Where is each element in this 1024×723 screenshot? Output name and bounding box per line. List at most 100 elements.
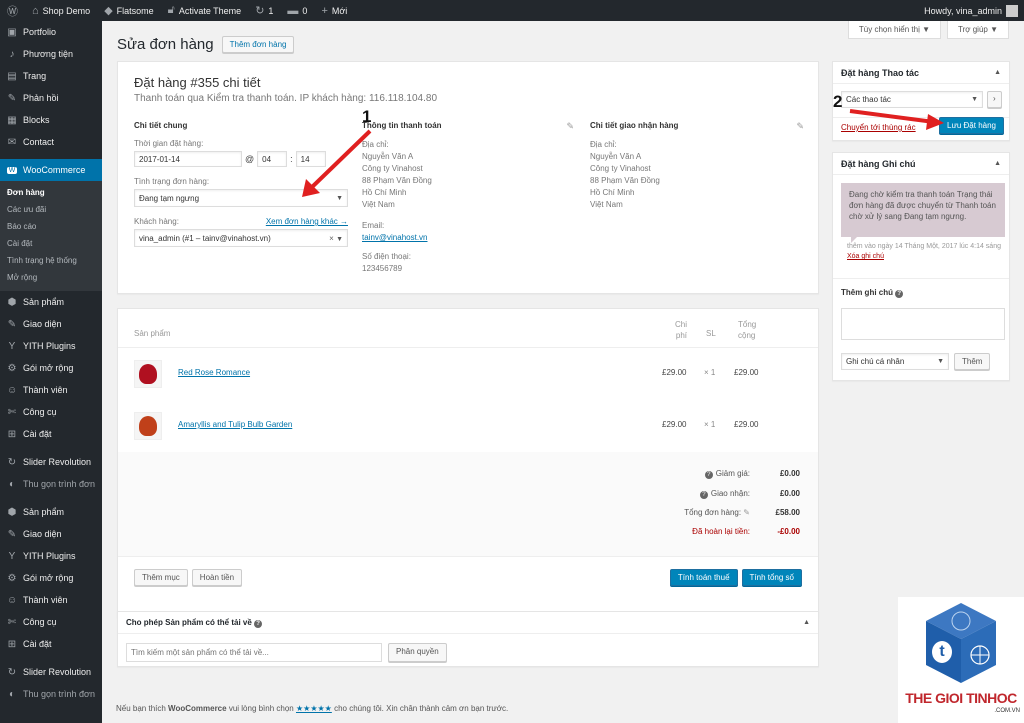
sidebar-item-12[interactable]: Y YITH Plugins <box>0 335 102 357</box>
sidebar-item-3[interactable]: ✎ Phản hồi <box>0 87 102 109</box>
customer-label-row: Khách hàng: Xem đơn hàng khác → <box>134 217 348 229</box>
sidebar-item-15[interactable]: ✄ Công cụ <box>0 401 102 423</box>
discount-row: ? Giảm giá: £0.00 <box>500 469 800 479</box>
new-content-menu[interactable]: + Mới <box>314 0 354 21</box>
clear-icon[interactable]: × ▼ <box>329 234 343 243</box>
sidebar-item-4[interactable]: ▦ Blocks <box>0 109 102 131</box>
sidebar-item-14[interactable]: ☺ Thành viên <box>0 379 102 401</box>
sidebar-item-11[interactable]: ✎ Giao diện <box>0 313 102 335</box>
apply-action-button[interactable]: › <box>987 91 1002 108</box>
sidebar-item-20[interactable]: ↻ Slider Revolution <box>0 451 102 473</box>
home-icon: ⌂ <box>32 4 39 17</box>
submenu-item-2[interactable]: Báo cáo <box>0 218 102 235</box>
product-thumbnail[interactable] <box>134 412 162 440</box>
sidebar-item-34[interactable]: ☺ Thành viên <box>0 589 102 611</box>
add-note-button[interactable]: Thêm <box>954 353 991 370</box>
edit-shipping-pencil-icon[interactable]: ✎ <box>796 121 804 132</box>
site-name-menu[interactable]: ⌂ Shop Demo <box>25 0 97 21</box>
admin-bar: Ⓦ ⌂ Shop Demo ◆ Flatsome 🔓︎ Activate Theme … <box>0 0 1024 21</box>
add-item-button[interactable]: Thêm mục <box>134 569 188 586</box>
sidebar-item-32[interactable]: Y YITH Plugins <box>0 545 102 567</box>
activate-theme-link[interactable]: 🔓︎ Activate Theme <box>161 0 249 21</box>
billing-heading: Thông tin thanh toán <box>362 121 442 130</box>
sidebar-item-31[interactable]: ✎ Giao diện <box>0 523 102 545</box>
submenu-item-0[interactable]: Đơn hàng <box>0 184 102 201</box>
product-name-link[interactable]: Amaryllis and Tulip Bulb Garden <box>178 420 292 429</box>
product-thumbnail[interactable] <box>134 360 162 388</box>
sidebar-item-label: Giao diện <box>23 319 62 329</box>
theme-menu[interactable]: ◆ Flatsome <box>97 0 160 21</box>
order-date-input[interactable]: 2017-01-14 <box>134 151 242 167</box>
help-tab[interactable]: Trợ giúp ▼ <box>947 21 1009 39</box>
sidebar-item-30[interactable]: ⬢ Sản phẩm <box>0 501 102 523</box>
billing-address-label: Địa chỉ: <box>362 140 389 149</box>
download-search-input[interactable] <box>126 643 382 662</box>
toggle-arrow-icon[interactable]: ▲ <box>994 160 1001 167</box>
customer-select[interactable]: vina_admin (#1 – tainv@vinahost.vn) × ▼ <box>134 229 348 247</box>
delete-note-link[interactable]: Xóa ghi chú <box>847 253 884 260</box>
discount-value: £0.00 <box>779 469 800 478</box>
sidebar-item-label: YITH Plugins <box>23 551 76 561</box>
order-hour-input[interactable]: 04 <box>257 151 288 167</box>
view-other-orders-link[interactable]: Xem đơn hàng khác → <box>266 217 348 229</box>
edit-billing-pencil-icon[interactable]: ✎ <box>566 121 574 132</box>
sidebar-item-5[interactable]: ✉ Contact <box>0 131 102 153</box>
sidebar-item-10[interactable]: ⬢ Sản phẩm <box>0 291 102 313</box>
move-to-trash-link[interactable]: Chuyển tới thùng rác <box>841 123 916 132</box>
avatar <box>1006 4 1018 17</box>
refund-button[interactable]: Hoàn tiền <box>191 569 243 586</box>
toggle-arrow-icon[interactable]: ▲ <box>994 69 1001 76</box>
annotation-number-1: 1 <box>362 107 372 126</box>
sidebar-item-36[interactable]: ⊞ Cài đặt <box>0 633 102 655</box>
submenu-item-4[interactable]: Tình trạng hệ thống <box>0 252 102 269</box>
help-icon: ? <box>895 290 904 298</box>
billing-email-link[interactable]: tainv@vinahost.vn <box>362 233 428 242</box>
billing-address: Nguyễn Văn A Công ty Vinahost 88 Phạm Văn … <box>362 151 574 211</box>
calculate-total-button[interactable]: Tính tổng số <box>741 569 802 586</box>
sidebar-item-41[interactable]: ◐ Thu gọn trình đơn <box>0 683 102 705</box>
sidebar-item-21[interactable]: ◐ Thu gọn trình đơn <box>0 473 102 495</box>
screen-options-tab[interactable]: Tùy chọn hiển thị ▼ <box>847 21 941 39</box>
account-menu[interactable]: Howdy, vina_admin <box>924 4 1024 17</box>
grant-access-button[interactable]: Phân quyền <box>388 643 447 662</box>
actions-divider <box>118 556 818 557</box>
rating-stars-link[interactable]: ★★★★★ <box>296 704 332 713</box>
sidebar-item-33[interactable]: ⚙ Gói mở rộng <box>0 567 102 589</box>
order-action-select[interactable]: Các thao tác ▼ <box>841 91 983 108</box>
sidebar-item-2[interactable]: ▤ Trang <box>0 65 102 87</box>
submenu-item-3[interactable]: Cài đặt <box>0 235 102 252</box>
product-name-link[interactable]: Red Rose Romance <box>178 368 250 377</box>
edit-pencil-icon[interactable]: ✎ <box>743 508 750 517</box>
toggle-arrow-icon[interactable]: ▲ <box>803 619 810 626</box>
submenu-item-1[interactable]: Các ưu đãi <box>0 201 102 218</box>
column-cost-line1: Chi <box>674 320 687 329</box>
sidebar-item-35[interactable]: ✄ Công cụ <box>0 611 102 633</box>
add-note-textarea[interactable] <box>841 308 1005 340</box>
shipping-label-wrap: ? Giao nhận: <box>500 489 750 499</box>
order-status-select[interactable]: Đang tạm ngưng ▼ <box>134 189 348 207</box>
note-type-select[interactable]: Ghi chú cá nhân ▼ <box>841 353 949 370</box>
wp-logo-menu[interactable]: Ⓦ <box>0 0 25 21</box>
status-value: Đang tạm ngưng <box>139 193 200 203</box>
save-order-button[interactable]: Lưu Đặt hàng <box>939 117 1004 134</box>
watermark-logo: t THE GIOI TINHOC .COM.VN <box>898 597 1024 723</box>
sidebar-item-0[interactable]: ▣ Portfolio <box>0 21 102 43</box>
submenu-item-5[interactable]: Mở rộng <box>0 269 102 286</box>
comments-link[interactable]: ▬ 0 <box>280 0 314 21</box>
menu-icon: ✉ <box>7 136 17 148</box>
footer-mid: vui lòng bình chọn <box>228 704 294 713</box>
sidebar-item-16[interactable]: ⊞ Cài đặt <box>0 423 102 445</box>
calculate-taxes-button[interactable]: Tính toán thuế <box>669 569 738 586</box>
sidebar-item-woocommerce[interactable]: W WooCommerce <box>0 159 102 181</box>
updates-link[interactable]: ↻ 1 <box>248 0 280 21</box>
add-order-button[interactable]: Thêm đơn hàng <box>221 36 295 53</box>
column-product: Sản phẩm <box>134 329 171 338</box>
sidebar-item-40[interactable]: ↻ Slider Revolution <box>0 661 102 683</box>
sidebar-item-13[interactable]: ⚙ Gói mở rộng <box>0 357 102 379</box>
total-label-wrap: Tổng đơn hàng: ✎ <box>500 508 750 517</box>
sidebar-item-label: Cài đặt <box>23 429 52 439</box>
add-note-row: Ghi chú cá nhân ▼ Thêm <box>841 353 991 370</box>
sidebar-item-1[interactable]: ♪ Phương tiện <box>0 43 102 65</box>
order-minute-input[interactable]: 14 <box>295 151 326 167</box>
menu-icon: ⬢ <box>7 296 17 308</box>
